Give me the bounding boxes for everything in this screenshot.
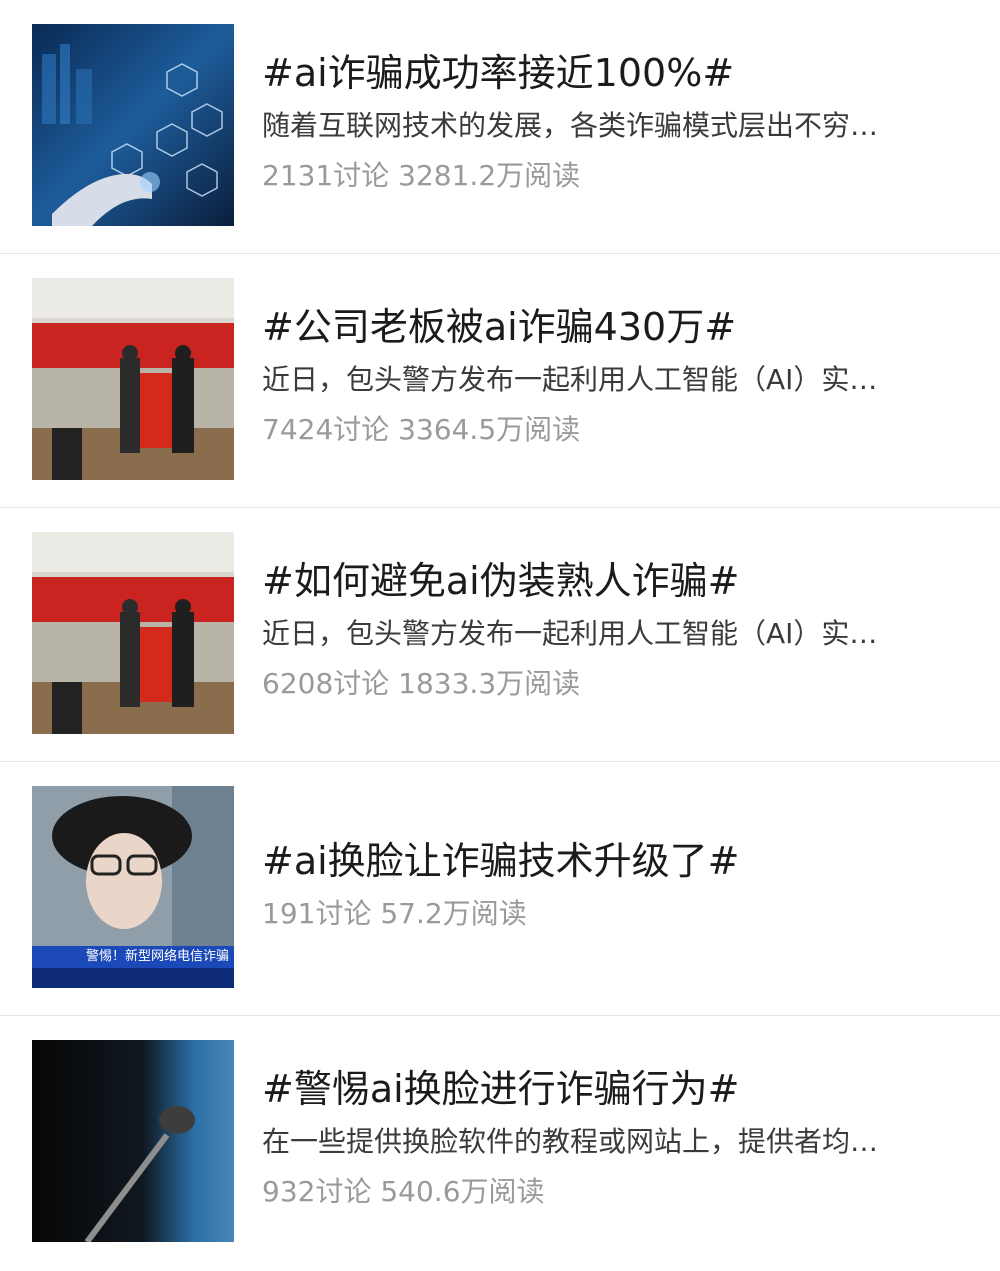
news-portrait-icon[interactable]: 警惕！新型网络电信诈骗 bbox=[32, 786, 234, 988]
topic-title[interactable]: #警惕ai换脸进行诈骗行为# bbox=[262, 1064, 980, 1114]
topic-summary: 近日，包头警方发布一起利用人工智能（AI）实… bbox=[262, 617, 878, 650]
thumbnail-caption: 警惕！新型网络电信诈骗 bbox=[86, 949, 230, 964]
tech-hand-icon[interactable] bbox=[32, 24, 234, 226]
topic-stats: 191讨论 57.2万阅读 bbox=[262, 897, 527, 930]
topic-title[interactable]: #ai换脸让诈骗技术升级了# bbox=[262, 836, 980, 886]
thumbnail-image bbox=[32, 24, 234, 226]
topic-summary: 在一些提供换脸软件的教程或网站上，提供者均… bbox=[262, 1125, 879, 1158]
topic-stats: 6208讨论 1833.3万阅读 bbox=[262, 667, 581, 700]
topic-item[interactable]: 警惕！新型网络电信诈骗 #ai换脸让诈骗技术升级了# 191讨论 57.2万阅读 bbox=[0, 762, 1000, 1016]
banner-ceremony-icon[interactable] bbox=[32, 278, 234, 480]
topic-title[interactable]: #ai诈骗成功率接近100%# bbox=[262, 48, 980, 98]
topic-title[interactable]: #公司老板被ai诈骗430万# bbox=[262, 302, 980, 352]
topic-item[interactable]: #公司老板被ai诈骗430万# 近日，包头警方发布一起利用人工智能（AI）实… … bbox=[0, 254, 1000, 508]
topic-item[interactable]: #如何避免ai伪装熟人诈骗# 近日，包头警方发布一起利用人工智能（AI）实… 6… bbox=[0, 508, 1000, 762]
topic-item[interactable]: #警惕ai换脸进行诈骗行为# 在一些提供换脸软件的教程或网站上，提供者均… 93… bbox=[0, 1016, 1000, 1270]
topic-title[interactable]: #如何避免ai伪装熟人诈骗# bbox=[262, 556, 980, 606]
topic-stats: 2131讨论 3281.2万阅读 bbox=[262, 159, 581, 192]
topic-list: #ai诈骗成功率接近100%# 随着互联网技术的发展，各类诈骗模式层出不穷… 2… bbox=[0, 0, 1000, 1271]
topic-item[interactable]: #ai诈骗成功率接近100%# 随着互联网技术的发展，各类诈骗模式层出不穷… 2… bbox=[0, 0, 1000, 254]
thumbnail-image bbox=[32, 1040, 234, 1242]
topic-stats: 7424讨论 3364.5万阅读 bbox=[262, 413, 581, 446]
microphone-icon[interactable] bbox=[32, 1040, 234, 1242]
topic-summary: 近日，包头警方发布一起利用人工智能（AI）实… bbox=[262, 363, 878, 396]
topic-summary: 随着互联网技术的发展，各类诈骗模式层出不穷… bbox=[262, 109, 879, 142]
topic-stats: 932讨论 540.6万阅读 bbox=[262, 1175, 545, 1208]
banner-ceremony-icon[interactable] bbox=[32, 532, 234, 734]
thumbnail-image bbox=[32, 532, 234, 734]
thumbnail-image bbox=[32, 278, 234, 480]
